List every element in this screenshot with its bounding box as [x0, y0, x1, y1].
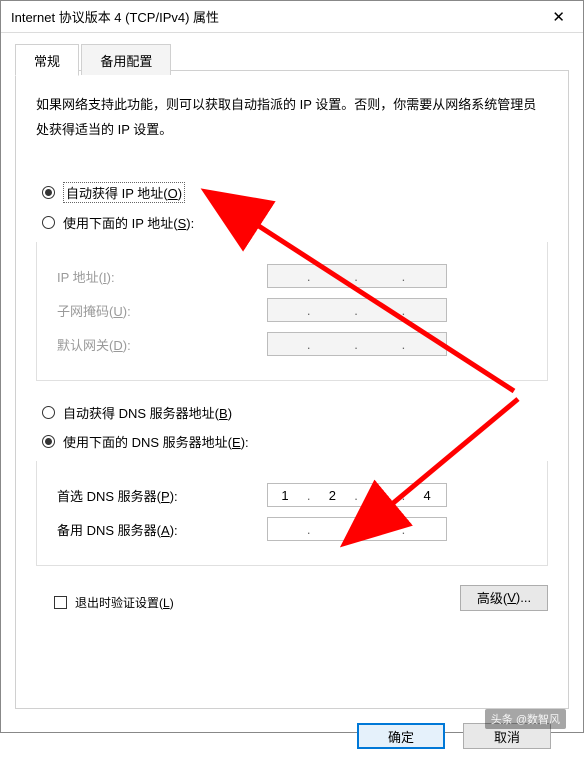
radio-manual-ip-row[interactable]: 使用下面的 IP 地址(S):	[42, 213, 548, 232]
subnet-mask-label: 子网掩码(U):	[57, 301, 267, 320]
advanced-button[interactable]: 高级(V)...	[460, 585, 548, 611]
annotation-arrows	[16, 71, 576, 711]
radio-auto-ip-row[interactable]: 自动获得 IP 地址(O)	[42, 182, 548, 203]
radio-auto-dns-label: 自动获得 DNS 服务器地址(B)	[63, 403, 232, 422]
radio-auto-dns[interactable]	[42, 406, 55, 419]
ok-button[interactable]: 确定	[357, 723, 445, 749]
radio-auto-dns-row[interactable]: 自动获得 DNS 服务器地址(B)	[42, 403, 548, 422]
radio-manual-dns-label: 使用下面的 DNS 服务器地址(E):	[63, 432, 249, 451]
close-icon[interactable]: ✕	[544, 8, 573, 26]
alternate-dns-label: 备用 DNS 服务器(A):	[57, 520, 267, 539]
ip-address-label: IP 地址(I):	[57, 267, 267, 286]
subnet-mask-input: ...	[267, 298, 447, 322]
radio-manual-ip-label: 使用下面的 IP 地址(S):	[63, 213, 194, 232]
description-text: 如果网络支持此功能，则可以获取自动指派的 IP 设置。否则，你需要从网络系统管理…	[36, 93, 548, 142]
radio-auto-ip-label: 自动获得 IP 地址(O)	[63, 182, 185, 203]
validate-checkbox-row[interactable]: 退出时验证设置(L)	[54, 594, 174, 611]
radio-manual-ip[interactable]	[42, 216, 55, 229]
tab-panel: 如果网络支持此功能，则可以获取自动指派的 IP 设置。否则，你需要从网络系统管理…	[15, 71, 569, 709]
content-area: 常规 备用配置 如果网络支持此功能，则可以获取自动指派的 IP 设置。否则，你需…	[1, 33, 583, 763]
alternate-dns-input[interactable]: ...	[267, 517, 447, 541]
radio-auto-ip[interactable]	[42, 186, 55, 199]
tab-general[interactable]: 常规	[15, 44, 79, 76]
ip-fieldset: IP 地址(I): ... 子网掩码(U): ... 默	[36, 242, 548, 381]
validate-checkbox-label: 退出时验证设置(L)	[75, 594, 174, 611]
validate-checkbox[interactable]	[54, 596, 67, 609]
tabstrip: 常规 备用配置	[15, 43, 569, 71]
gateway-input: ...	[267, 332, 447, 356]
preferred-dns-label: 首选 DNS 服务器(P):	[57, 486, 267, 505]
radio-manual-dns-row[interactable]: 使用下面的 DNS 服务器地址(E):	[42, 432, 548, 451]
radio-manual-dns[interactable]	[42, 435, 55, 448]
preferred-dns-input[interactable]: 1. 2. 3. 4	[267, 483, 447, 507]
ip-address-input: ...	[267, 264, 447, 288]
dns-fieldset: 首选 DNS 服务器(P): 1. 2. 3. 4 备用 DNS 服务器(A):…	[36, 461, 548, 566]
dialog-window: Internet 协议版本 4 (TCP/IPv4) 属性 ✕ 常规 备用配置 …	[0, 0, 584, 733]
titlebar: Internet 协议版本 4 (TCP/IPv4) 属性 ✕	[1, 1, 583, 33]
watermark: 头条 @数智风	[485, 709, 566, 729]
gateway-label: 默认网关(D):	[57, 335, 267, 354]
window-title: Internet 协议版本 4 (TCP/IPv4) 属性	[11, 7, 219, 26]
